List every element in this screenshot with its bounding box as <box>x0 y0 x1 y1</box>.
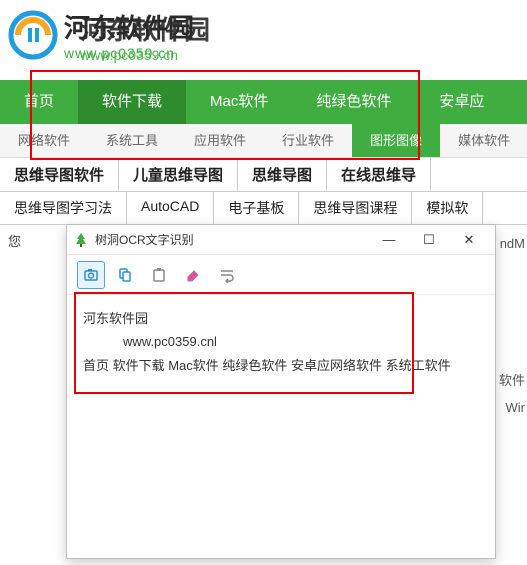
tag-row-2: 思维导图学习法 AutoCAD 电子基板 思维导图课程 模拟软 <box>0 192 527 225</box>
logo-icon <box>8 10 58 60</box>
tree-icon <box>73 232 89 248</box>
nav-download[interactable]: 软件下载 <box>78 80 186 124</box>
window-buttons: — ☐ ✕ <box>369 226 489 254</box>
tag-mindmap-course[interactable]: 思维导图课程 <box>299 192 412 224</box>
ocr-toolbar <box>67 255 495 295</box>
nav-green[interactable]: 纯绿色软件 <box>292 80 415 124</box>
tag-pcb[interactable]: 电子基板 <box>214 192 299 224</box>
tag-kids-mindmap[interactable]: 儿童思维导图 <box>119 158 238 191</box>
tag-mindmap-study[interactable]: 思维导图学习法 <box>0 192 127 224</box>
paste-button[interactable] <box>145 261 173 289</box>
tag-simulate[interactable]: 模拟软 <box>412 192 483 224</box>
ocr-window: 树洞OCR文字识别 — ☐ ✕ 河东软件园 www.pc0359.cnl 首页 … <box>66 224 496 559</box>
ocr-titlebar[interactable]: 树洞OCR文字识别 — ☐ ✕ <box>67 225 495 255</box>
wrap-button[interactable] <box>213 261 241 289</box>
bg-text-1: ndM <box>500 236 525 251</box>
copy-button[interactable] <box>111 261 139 289</box>
tag-autocad[interactable]: AutoCAD <box>127 192 214 224</box>
clear-button[interactable] <box>179 261 207 289</box>
tag-mindmap-soft[interactable]: 思维导图软件 <box>0 158 119 191</box>
nav-main: 首页 软件下载 Mac软件 纯绿色软件 安卓应 <box>0 80 527 124</box>
nav-sub: 网络软件 系统工具 应用软件 行业软件 图形图像 媒体软件 <box>0 124 527 158</box>
maximize-button[interactable]: ☐ <box>409 226 449 254</box>
tag-row-1: 思维导图软件 儿童思维导图 思维导图 在线思维导 <box>0 158 527 192</box>
ocr-result-area[interactable]: 河东软件园 www.pc0359.cnl 首页 软件下载 Mac软件 纯绿色软件… <box>67 295 495 389</box>
subnav-network[interactable]: 网络软件 <box>0 124 88 157</box>
subnav-industry[interactable]: 行业软件 <box>264 124 352 157</box>
camera-icon <box>83 267 99 283</box>
tag-online-mindmap[interactable]: 在线思维导 <box>327 158 431 191</box>
copy-icon <box>117 267 133 283</box>
ocr-line-3: 首页 软件下载 Mac软件 纯绿色软件 安卓应网络软件 系统工软件 <box>83 354 479 377</box>
site-name: 河东软件园 <box>64 8 194 45</box>
ocr-title: 树洞OCR文字识别 <box>95 231 369 248</box>
site-header: 河东软件园 www.pc0359.cn 河东软件园 www.pc0359.cn <box>0 0 527 70</box>
nav-mac[interactable]: Mac软件 <box>186 80 292 124</box>
nav-home[interactable]: 首页 <box>0 80 78 124</box>
ocr-line-1: 河东软件园 <box>83 307 479 330</box>
ocr-line-2: www.pc0359.cnl <box>83 330 479 353</box>
minimize-button[interactable]: — <box>369 226 409 254</box>
subnav-app[interactable]: 应用软件 <box>176 124 264 157</box>
subnav-media[interactable]: 媒体软件 <box>440 124 527 157</box>
bg-text-2: 软件 <box>499 370 525 389</box>
subnav-system[interactable]: 系统工具 <box>88 124 176 157</box>
eraser-icon <box>185 267 201 283</box>
paste-icon <box>151 267 167 283</box>
site-url: www.pc0359.cn <box>64 45 194 61</box>
close-button[interactable]: ✕ <box>449 226 489 254</box>
nav-android[interactable]: 安卓应 <box>415 80 508 124</box>
capture-button[interactable] <box>77 261 105 289</box>
wrap-icon <box>219 267 235 283</box>
site-logo: 河东软件园 www.pc0359.cn <box>8 8 527 61</box>
tag-mindmap[interactable]: 思维导图 <box>238 158 327 191</box>
bg-text-3: Wir <box>506 400 526 415</box>
subnav-graphics[interactable]: 图形图像 <box>352 124 440 157</box>
